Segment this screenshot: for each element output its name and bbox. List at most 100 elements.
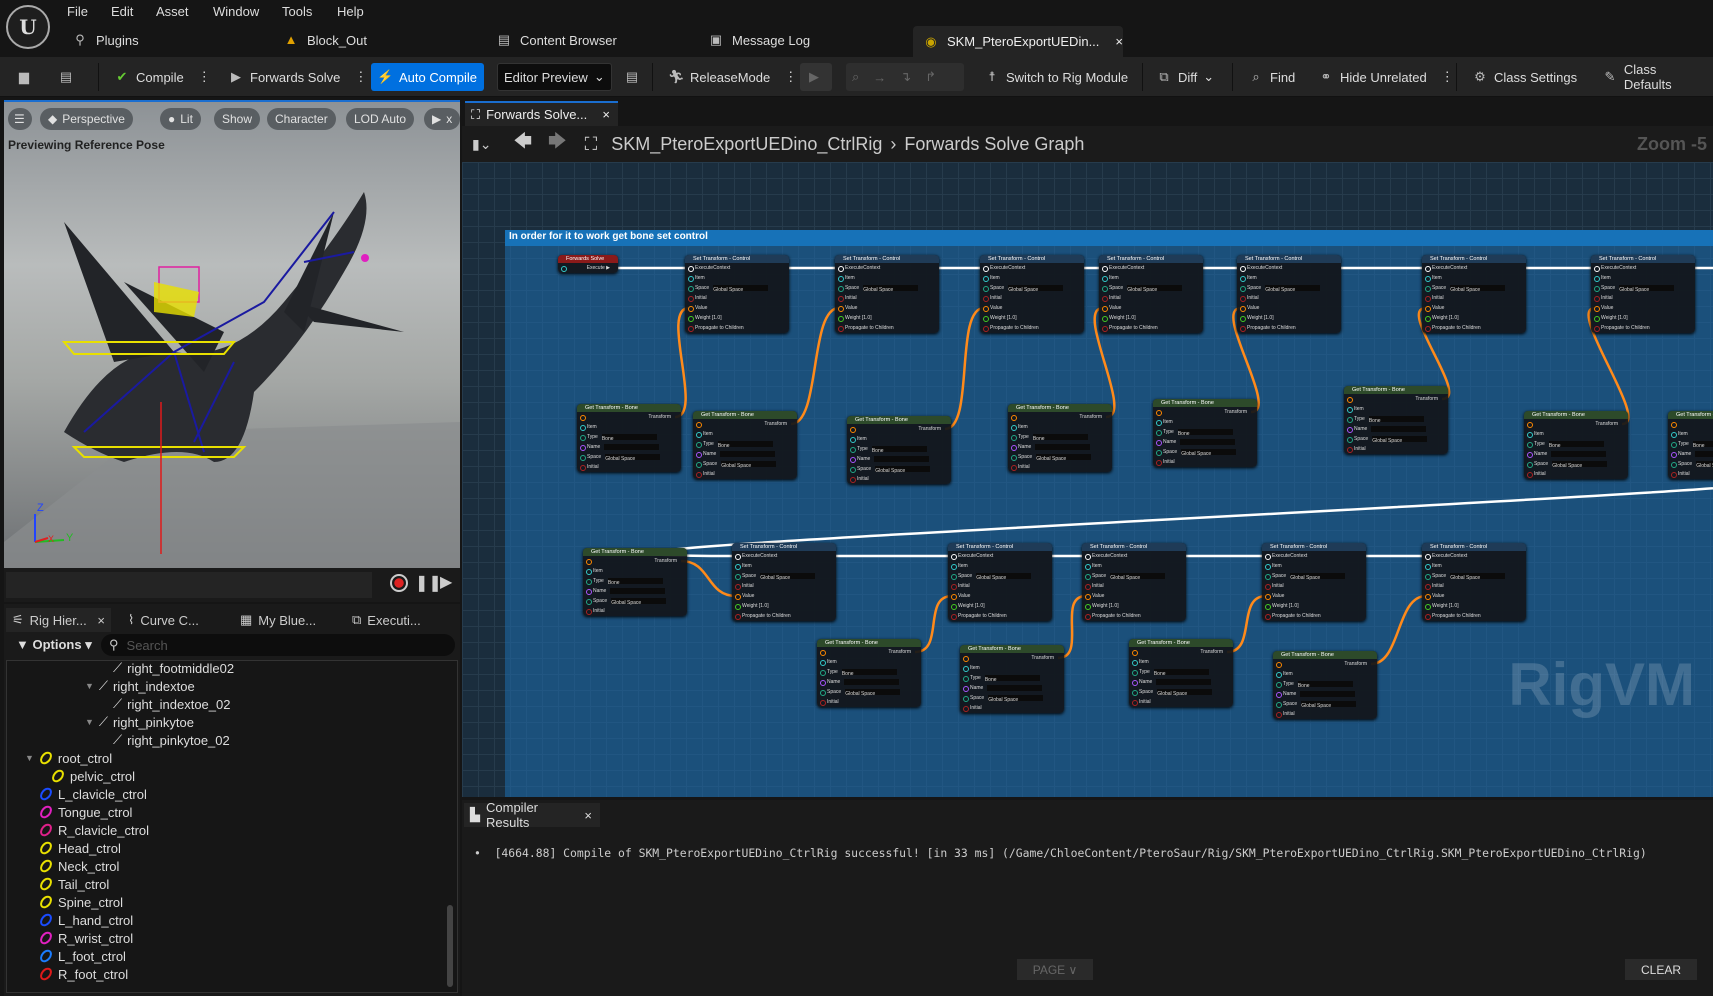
- tree-item[interactable]: Neck_ctrol: [25, 857, 119, 875]
- tree-item[interactable]: ▼ root_ctrol: [25, 749, 112, 767]
- play-forward-icon[interactable]: ▶: [440, 572, 452, 592]
- pin-type[interactable]: Type Bone: [583, 576, 687, 586]
- pin-space[interactable]: SpaceGlobal Space: [1422, 283, 1526, 293]
- tab-forwards-solve[interactable]: ⛶ Forwards Solve... ×: [465, 101, 618, 126]
- lod-button[interactable]: LOD Auto: [346, 108, 415, 130]
- forwards-solve-button[interactable]: ▶ Forwards Solve ⋮: [222, 63, 373, 91]
- pin-item[interactable]: Item: [1668, 429, 1713, 439]
- pin-value[interactable]: Value: [835, 303, 939, 313]
- pin-space[interactable]: SpaceGlobal Space: [1099, 283, 1203, 293]
- pin-propagate-to-children[interactable]: Propagate to Children: [1237, 323, 1341, 333]
- pin-space[interactable]: SpaceGlobal Space: [685, 283, 789, 293]
- options-dropdown[interactable]: ▼ Options ▾: [16, 637, 92, 653]
- close-icon[interactable]: ×: [602, 107, 610, 122]
- pin-space[interactable]: SpaceGlobal Space: [577, 452, 681, 462]
- pin-initial[interactable]: Initial: [1668, 469, 1713, 479]
- tree-item[interactable]: L_clavicle_ctrol: [25, 785, 147, 803]
- pin-item[interactable]: Item: [1153, 417, 1257, 427]
- get-transform-bone-node[interactable]: Get Transform - BoneTransformItemTypeBon…: [1008, 404, 1112, 472]
- pin-type[interactable]: Type Bone: [577, 432, 681, 442]
- pin-transform[interactable]: Transform: [1008, 412, 1112, 422]
- tree-item[interactable]: ⟋ right_pinkytoe_02: [99, 731, 230, 749]
- pin-space[interactable]: SpaceGlobal Space: [1262, 571, 1366, 581]
- pin-initial[interactable]: Initial: [1524, 469, 1628, 479]
- pin-name[interactable]: Name: [1008, 442, 1112, 452]
- menu-window[interactable]: Window: [213, 4, 259, 19]
- set-transform-control-node[interactable]: Set Transform - Control ExecuteContext Ite…: [1082, 543, 1186, 621]
- step-into-icon[interactable]: ↴: [900, 69, 911, 85]
- pin-item[interactable]: Item: [835, 273, 939, 283]
- pin-value[interactable]: Value: [732, 591, 836, 601]
- pin-weight[interactable]: Weight [1.0]: [1422, 313, 1526, 323]
- set-transform-control-node[interactable]: Set Transform - Control ExecuteContext Ite…: [1422, 543, 1526, 621]
- asset-tab[interactable]: ◉ SKM_PteroExportUEDin... ×: [913, 26, 1123, 57]
- editor-preview-dropdown[interactable]: Editor Preview ⌄: [497, 63, 612, 91]
- pin-space[interactable]: SpaceGlobal Space: [847, 464, 951, 474]
- pin-initial[interactable]: Initial: [1099, 293, 1203, 303]
- forward-arrow-icon[interactable]: 🡆: [548, 129, 567, 159]
- pin-propagate-to-children[interactable]: Propagate to Children: [980, 323, 1084, 333]
- get-transform-bone-node[interactable]: Get Transform - BoneTransformItemTypeBon…: [693, 411, 797, 479]
- page-button[interactable]: PAGE ∨: [1017, 959, 1093, 980]
- pin-type[interactable]: Type Bone: [1668, 439, 1713, 449]
- pin-item[interactable]: Item: [1524, 429, 1628, 439]
- pin-name[interactable]: Name: [1273, 689, 1377, 699]
- pin-propagate-to-children[interactable]: Propagate to Children: [1099, 323, 1203, 333]
- diff-dropdown[interactable]: ⧉ Diff ⌄: [1150, 63, 1220, 91]
- pin-type[interactable]: Type Bone: [1344, 414, 1448, 424]
- get-transform-bone-node[interactable]: Get Transform - BoneTransformItemTypeBon…: [1273, 651, 1377, 719]
- save-button[interactable]: ▆: [10, 63, 38, 91]
- pin-space[interactable]: SpaceGlobal Space: [948, 571, 1052, 581]
- debug-play-button[interactable]: ▶: [800, 63, 832, 91]
- pin-type[interactable]: Type Bone: [693, 439, 797, 449]
- tab-rig-hierarchy[interactable]: ⚟ Rig Hier... ×: [6, 608, 111, 632]
- perspective-button[interactable]: ◆ Perspective: [40, 108, 133, 130]
- menu-file[interactable]: File: [67, 4, 88, 19]
- pin-item[interactable]: Item: [948, 561, 1052, 571]
- switch-rig-module-button[interactable]: ☨ Switch to Rig Module: [978, 63, 1134, 91]
- pin-name[interactable]: Name: [577, 442, 681, 452]
- pin-initial[interactable]: Initial: [1591, 293, 1695, 303]
- pin-initial[interactable]: Initial: [847, 474, 951, 484]
- pin-name[interactable]: Name: [817, 677, 921, 687]
- pin-type[interactable]: Type Bone: [1008, 432, 1112, 442]
- set-transform-control-node[interactable]: Set Transform - Control ExecuteContext Ite…: [1237, 255, 1341, 333]
- pin-item[interactable]: Item: [1099, 273, 1203, 283]
- pause-icon[interactable]: ❚❚: [415, 573, 442, 593]
- hide-unrelated-button[interactable]: ⚭ Hide Unrelated ⋮: [1312, 63, 1460, 91]
- tree-item[interactable]: pelvic_ctrol: [37, 767, 135, 785]
- pin-initial[interactable]: Initial: [960, 703, 1064, 713]
- pin-initial[interactable]: Initial: [732, 581, 836, 591]
- pin-propagate-to-children[interactable]: Propagate to Children: [685, 323, 789, 333]
- pin-value[interactable]: Value: [1237, 303, 1341, 313]
- pin-item[interactable]: Item: [583, 566, 687, 576]
- expand-arrow-icon[interactable]: ▼: [85, 681, 94, 691]
- pin-type[interactable]: Type Bone: [1273, 679, 1377, 689]
- menu-asset[interactable]: Asset: [156, 4, 189, 19]
- get-transform-bone-node[interactable]: Get Transform - BoneTransformItemTypeBon…: [960, 645, 1064, 713]
- viewport-play-button[interactable]: ▶ x: [424, 108, 460, 130]
- tab-my-blueprint[interactable]: ▦ My Blue...: [234, 608, 322, 632]
- pin-type[interactable]: Type Bone: [1129, 667, 1233, 677]
- plugins-button[interactable]: ⚲ Plugins: [72, 32, 138, 48]
- viewport-menu-button[interactable]: ☰: [8, 108, 32, 130]
- pin-name[interactable]: Name: [1129, 677, 1233, 687]
- pin-propagate-to-children[interactable]: Propagate to Children: [732, 611, 836, 621]
- pin-transform[interactable]: Transform: [1129, 647, 1233, 657]
- pin-item[interactable]: Item: [732, 561, 836, 571]
- pin-executecontext[interactable]: ExecuteContext: [980, 263, 1084, 273]
- step-out-icon[interactable]: ↱: [925, 69, 936, 85]
- release-mode-button[interactable]: 🏃︎ ReleaseMode ⋮: [662, 63, 803, 91]
- content-browser-button[interactable]: ▤ Content Browser: [496, 32, 617, 48]
- tree-item[interactable]: Head_ctrol: [25, 839, 121, 857]
- more-icon[interactable]: ⋮: [354, 69, 367, 85]
- pin-initial[interactable]: Initial: [1008, 462, 1112, 472]
- pin-space[interactable]: SpaceGlobal Space: [835, 283, 939, 293]
- pin-transform[interactable]: Transform: [577, 412, 681, 422]
- pin-propagate-to-children[interactable]: Propagate to Children: [1422, 611, 1526, 621]
- pin-initial[interactable]: Initial: [1262, 581, 1366, 591]
- get-transform-bone-node[interactable]: Get Transform - BoneTransformItemTypeBon…: [1129, 639, 1233, 707]
- search-input[interactable]: ⚲ Search: [101, 634, 455, 656]
- set-transform-control-node[interactable]: Set Transform - Control ExecuteContext Ite…: [1262, 543, 1366, 621]
- pin-value[interactable]: Value: [1422, 591, 1526, 601]
